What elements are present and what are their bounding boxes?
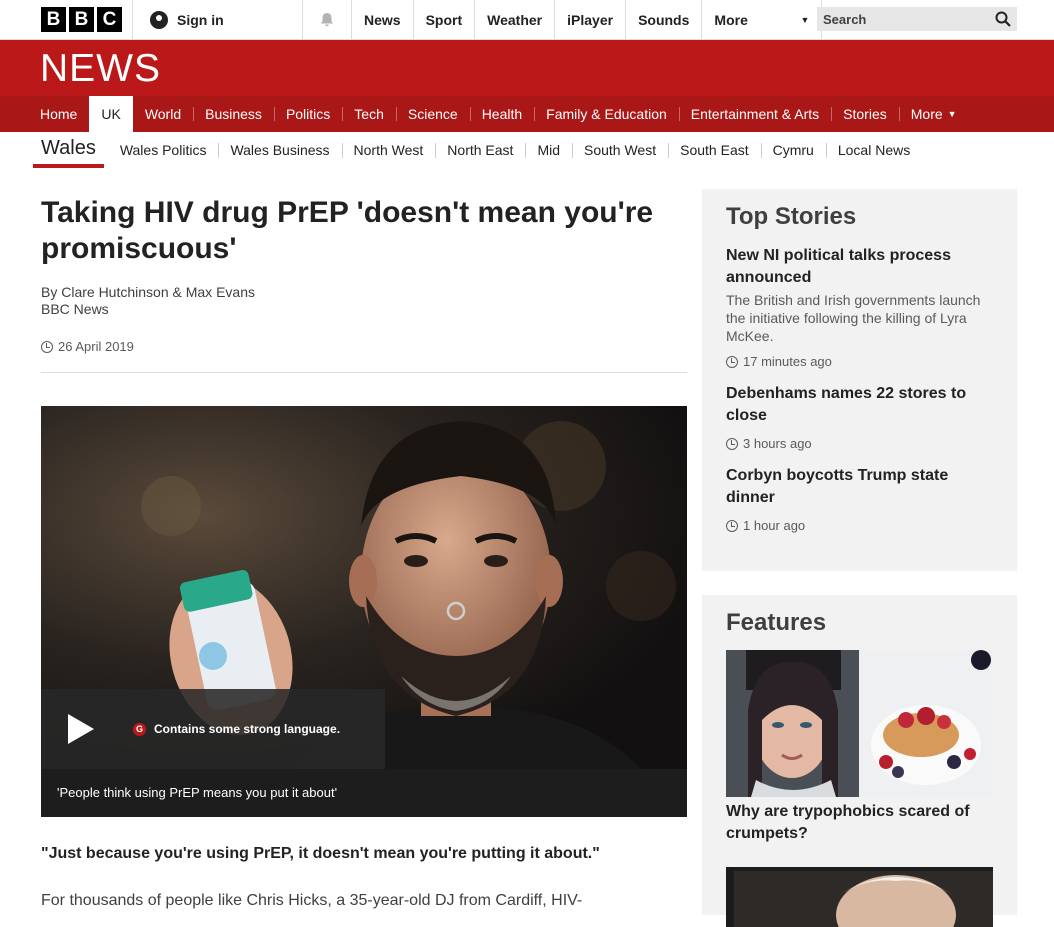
news-logo[interactable]: NEWS (40, 49, 161, 89)
sign-in-link[interactable]: Sign in (132, 0, 302, 40)
byline-source: BBC News (41, 301, 109, 317)
article-headline: Taking HIV drug PrEP 'doesn't mean you'r… (41, 196, 654, 265)
top-stories-heading: Top Stories (726, 203, 857, 230)
feature-image[interactable] (726, 867, 993, 927)
features-heading: Features (726, 609, 827, 636)
global-nav-more-label: More (714, 12, 748, 28)
clock-icon (726, 355, 738, 368)
top-story-time: 1 hour ago (726, 518, 993, 533)
bbc-logo-letter: B (41, 7, 66, 32)
chevron-down-icon: ▼ (800, 15, 810, 25)
subnav-local-news[interactable]: Local News (825, 142, 922, 158)
features-panel: Features Why are trypophobics scared of … (702, 595, 1017, 927)
top-story-time-label: 17 minutes ago (743, 354, 832, 369)
global-nav-news[interactable]: News (351, 0, 413, 40)
global-nav-sport[interactable]: Sport (412, 0, 475, 40)
play-overlay: G Contains some strong language. (41, 689, 385, 769)
section-nav: Home UK World Business Politics Tech Sci… (0, 96, 1054, 132)
subnav-wales-politics[interactable]: Wales Politics (108, 142, 219, 158)
bell-icon (321, 13, 333, 27)
nav-world[interactable]: World (133, 96, 193, 132)
subnav-south-west[interactable]: South West (572, 142, 668, 158)
nav-health[interactable]: Health (469, 96, 534, 132)
article-date-label: 26 April 2019 (58, 339, 134, 354)
bbc-global-bar: B B C Sign in News Sport Weather iPlayer… (0, 0, 1054, 40)
global-nav: News Sport Weather iPlayer Sounds More ▼ (351, 0, 823, 40)
byline: By Clare Hutchinson & Max Evans BBC News (41, 284, 687, 318)
top-story-title[interactable]: New NI political talks process announced (726, 245, 993, 289)
article-date: 26 April 2019 (41, 339, 687, 354)
nav-tech[interactable]: Tech (342, 96, 396, 132)
region-title[interactable]: Wales (33, 132, 104, 168)
nav-science[interactable]: Science (395, 96, 470, 132)
notifications-button[interactable] (302, 0, 351, 40)
article-quote: "Just because you're using PrEP, it does… (41, 845, 600, 862)
top-story-time: 17 minutes ago (726, 354, 993, 369)
top-story-item[interactable]: New NI political talks process announced… (726, 245, 993, 369)
subnav-south-east[interactable]: South East (668, 142, 761, 158)
clock-icon (41, 340, 53, 353)
video-player[interactable]: G Contains some strong language. 'People… (41, 406, 687, 817)
nav-entertainment-arts[interactable]: Entertainment & Arts (678, 96, 831, 132)
nav-politics[interactable]: Politics (273, 96, 342, 132)
subnav-north-east[interactable]: North East (435, 142, 525, 158)
top-story-summary: The British and Irish governments launch… (726, 292, 981, 344)
search-placeholder: Search (823, 11, 867, 27)
regional-nav: Wales Wales Politics Wales Business Nort… (0, 132, 1054, 168)
search-input[interactable]: Search (817, 7, 1017, 31)
bbc-logo[interactable]: B B C (41, 7, 122, 32)
guidance-badge: G (133, 722, 146, 736)
top-story-time-label: 1 hour ago (743, 518, 806, 533)
nav-family-education[interactable]: Family & Education (534, 96, 679, 132)
play-button[interactable] (41, 689, 121, 769)
subnav-mid[interactable]: Mid (525, 142, 572, 158)
search-icon (995, 11, 1011, 27)
feature-image[interactable] (726, 650, 993, 797)
sign-in-label: Sign in (177, 12, 224, 28)
nav-uk[interactable]: UK (89, 96, 133, 132)
bbc-logo-letter: B (69, 7, 94, 32)
play-icon (68, 714, 94, 744)
subnav-cymru[interactable]: Cymru (760, 142, 826, 158)
nav-more[interactable]: More ▼ (898, 96, 969, 132)
top-story-time: 3 hours ago (726, 436, 993, 451)
global-nav-sounds[interactable]: Sounds (625, 0, 701, 40)
clock-icon (726, 437, 738, 450)
caret-down-icon: ▼ (947, 109, 957, 119)
nav-business[interactable]: Business (193, 96, 274, 132)
feature-title[interactable]: Why are trypophobics scared of crumpets? (726, 801, 993, 845)
global-nav-more[interactable]: More ▼ (701, 0, 823, 40)
article-header: Taking HIV drug PrEP 'doesn't mean you'r… (41, 195, 687, 373)
bbc-logo-letter: C (97, 7, 122, 32)
top-story-title[interactable]: Corbyn boycotts Trump state dinner (726, 465, 993, 509)
guidance-text: Contains some strong language. (154, 722, 341, 736)
global-nav-iplayer[interactable]: iPlayer (554, 0, 625, 40)
clock-icon (726, 519, 738, 532)
top-story-time-label: 3 hours ago (743, 436, 812, 451)
byline-authors: By Clare Hutchinson & Max Evans (41, 284, 255, 300)
nav-more-label: More (910, 106, 943, 122)
news-banner: NEWS (0, 40, 1054, 96)
article-paragraph: For thousands of people like Chris Hicks… (41, 892, 583, 909)
nav-stories[interactable]: Stories (831, 96, 899, 132)
subnav-wales-business[interactable]: Wales Business (218, 142, 341, 158)
top-stories-panel: Top Stories New NI political talks proce… (702, 189, 1017, 571)
nav-home[interactable]: Home (28, 96, 89, 132)
guidance-warning: G Contains some strong language. (133, 722, 340, 736)
video-caption: 'People think using PrEP means you put i… (41, 769, 687, 817)
top-story-item[interactable]: Debenhams names 22 stores to close 3 hou… (726, 383, 993, 451)
top-story-item[interactable]: Corbyn boycotts Trump state dinner 1 hou… (726, 465, 993, 533)
user-icon (150, 11, 168, 29)
top-story-title[interactable]: Debenhams names 22 stores to close (726, 383, 993, 427)
subnav-north-west[interactable]: North West (341, 142, 436, 158)
divider (41, 372, 687, 373)
global-nav-weather[interactable]: Weather (474, 0, 554, 40)
